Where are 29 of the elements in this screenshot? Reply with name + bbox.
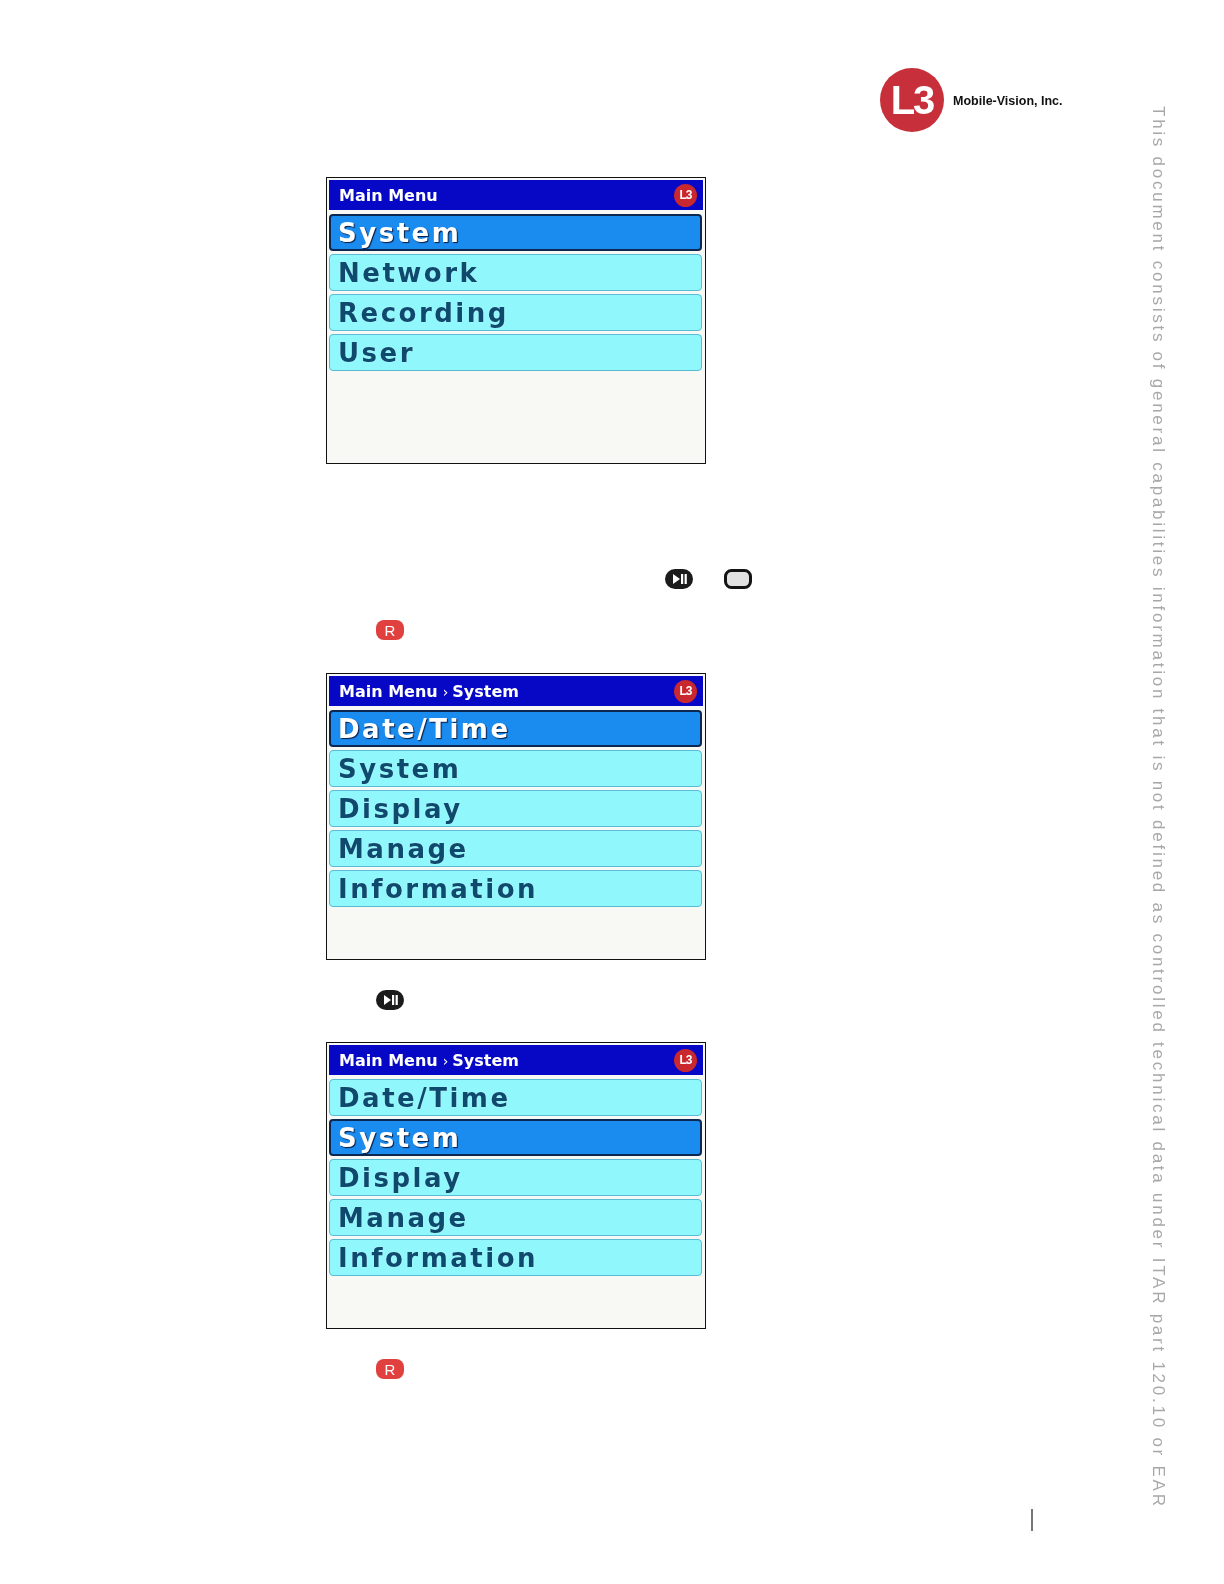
menu-item[interactable]: System xyxy=(329,750,702,787)
menu-item[interactable]: Network xyxy=(329,254,702,291)
logo-mark: L3 xyxy=(880,68,944,132)
play-pause-icon xyxy=(665,569,693,589)
menu-item[interactable]: Display xyxy=(329,790,702,827)
letter-key: R xyxy=(376,1359,404,1379)
menu-item[interactable]: Date/Time xyxy=(329,1079,702,1116)
menu-item[interactable]: Manage xyxy=(329,830,702,867)
menu-item[interactable]: Recording xyxy=(329,294,702,331)
menu-item[interactable]: Manage xyxy=(329,1199,702,1236)
letter-key: R xyxy=(376,620,404,640)
company-name: Mobile-Vision, Inc. xyxy=(953,94,1063,108)
breadcrumb-separator: › xyxy=(442,684,449,700)
breadcrumb-item: System xyxy=(452,681,519,701)
breadcrumb-separator: › xyxy=(442,1053,449,1069)
square-key-icon xyxy=(724,569,752,589)
menu-item[interactable]: Information xyxy=(329,1239,702,1276)
breadcrumb-item: Main Menu xyxy=(339,185,438,205)
menu-item[interactable]: Display xyxy=(329,1159,702,1196)
play-pause-icon xyxy=(376,990,404,1010)
side-notice: This document consists of general capabilities information that is not defined as controlled technical data under ITAR part 120.10 or EAR xyxy=(1148,106,1168,1509)
logo-badge: L3 xyxy=(674,1048,697,1072)
logo-badge: L3 xyxy=(674,183,697,207)
breadcrumb-item: Main Menu xyxy=(339,681,438,701)
menu-item[interactable]: Information xyxy=(329,870,702,907)
breadcrumb-item: System xyxy=(452,1050,519,1070)
menu-item[interactable]: User xyxy=(329,334,702,371)
logo-badge: L3 xyxy=(674,679,697,703)
breadcrumb-item: Main Menu xyxy=(339,1050,438,1070)
